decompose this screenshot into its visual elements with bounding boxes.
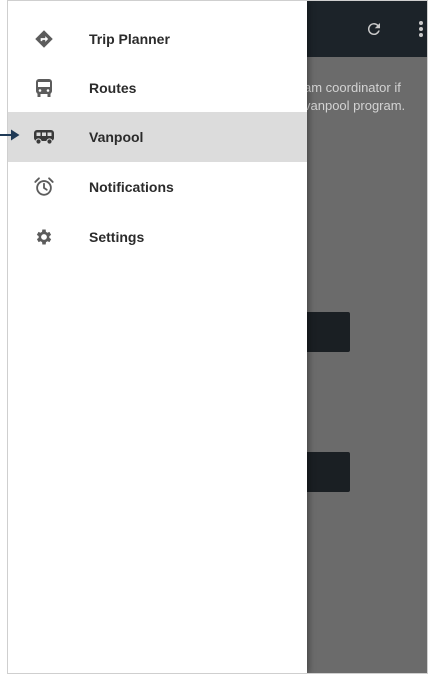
nav-item-notifications[interactable]: Notifications	[8, 162, 307, 212]
background-text-line: vanpool program.	[304, 98, 406, 113]
nav-item-trip-planner[interactable]: Trip Planner	[8, 14, 307, 64]
nav-item-label: Notifications	[89, 179, 174, 195]
nav-item-label: Routes	[89, 80, 137, 96]
screen-frame: am coordinator if vanpool program. Trip …	[7, 0, 428, 674]
callout-arrow-icon	[0, 129, 20, 141]
van-icon	[32, 125, 56, 149]
nav-item-settings[interactable]: Settings	[8, 212, 307, 262]
gear-icon	[32, 225, 56, 249]
refresh-icon[interactable]	[362, 17, 386, 41]
nav-item-label: Settings	[89, 229, 145, 245]
directions-icon	[32, 27, 56, 51]
navigation-drawer: Trip Planner Routes Vanpool Notification…	[8, 1, 307, 673]
nav-item-routes[interactable]: Routes	[8, 63, 307, 113]
background-button	[304, 452, 350, 492]
nav-item-label: Trip Planner	[89, 31, 170, 47]
nav-item-label: Vanpool	[89, 129, 144, 145]
background-button	[304, 312, 350, 352]
nav-item-vanpool[interactable]: Vanpool	[8, 112, 307, 162]
bus-icon	[32, 76, 56, 100]
overflow-menu-icon[interactable]	[409, 17, 427, 41]
alarm-clock-icon	[32, 175, 56, 199]
background-text: am coordinator if vanpool program.	[304, 79, 427, 115]
background-text-line: am coordinator if	[304, 80, 401, 95]
